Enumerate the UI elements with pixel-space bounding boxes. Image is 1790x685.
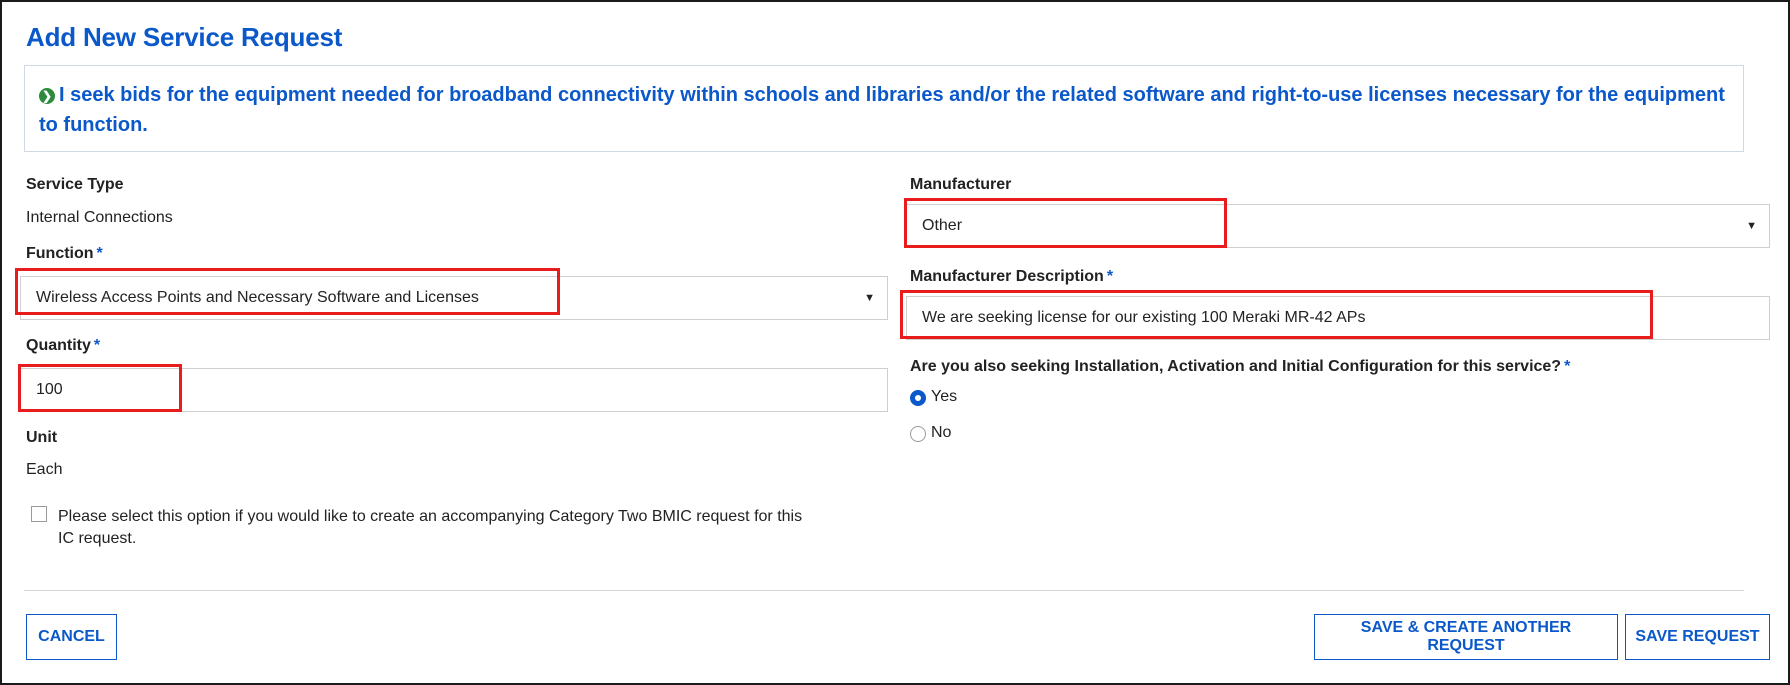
save-request-button[interactable]: SAVE REQUEST: [1625, 614, 1770, 660]
service-request-panel: Add New Service Request ❯ I seek bids for…: [0, 0, 1790, 685]
required-mark: *: [1106, 268, 1114, 285]
unit-value: Each: [26, 461, 63, 478]
quantity-label: Quantity *: [26, 337, 101, 354]
save-and-create-another-button[interactable]: SAVE & CREATE ANOTHER REQUEST: [1314, 614, 1618, 660]
installation-no-label: No: [931, 424, 952, 441]
manufacturer-description-input[interactable]: We are seeking license for our existing …: [906, 296, 1770, 340]
bmic-checkbox[interactable]: [31, 506, 47, 522]
quantity-input-value: 100: [36, 381, 63, 398]
page-title: Add New Service Request: [26, 22, 343, 52]
required-mark: *: [1564, 358, 1571, 375]
installation-question: Are you also seeking Installation, Activ…: [910, 358, 1571, 375]
required-mark: *: [93, 337, 101, 354]
installation-yes-radio[interactable]: [910, 390, 926, 406]
arrow-circle-right-icon: ❯: [39, 88, 55, 104]
installation-yes-label: Yes: [931, 388, 958, 405]
service-type-label: Service Type: [26, 176, 124, 193]
manufacturer-description-label: Manufacturer Description *: [910, 268, 1114, 285]
quantity-input[interactable]: 100: [20, 368, 888, 412]
required-mark: *: [96, 245, 103, 262]
divider: [24, 590, 1744, 591]
cancel-button[interactable]: CANCEL: [26, 614, 117, 660]
caret-down-icon: ▼: [864, 292, 875, 304]
manufacturer-description-value: We are seeking license for our existing …: [922, 309, 1366, 326]
function-select-value: Wireless Access Points and Necessary Sof…: [36, 289, 479, 306]
manufacturer-select[interactable]: Other ▼: [906, 204, 1770, 248]
manufacturer-label: Manufacturer: [910, 176, 1012, 193]
function-label: Function *: [26, 245, 103, 262]
unit-label: Unit: [26, 429, 58, 446]
caret-down-icon: ▼: [1746, 220, 1757, 232]
bmic-option-label: Please select this option if you would l…: [58, 508, 803, 547]
info-box: ❯ I seek bids for the equipment needed fo…: [24, 65, 1744, 152]
installation-no-radio[interactable]: [910, 426, 926, 442]
function-select[interactable]: Wireless Access Points and Necessary Sof…: [20, 276, 888, 320]
info-text: I seek bids for the equipment needed for…: [39, 84, 1725, 136]
service-type-value: Internal Connections: [26, 209, 173, 226]
manufacturer-select-value: Other: [922, 217, 963, 234]
